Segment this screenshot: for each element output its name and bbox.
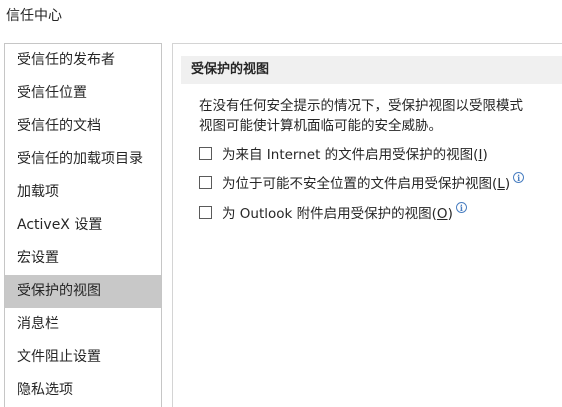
option-outlook-attachments[interactable]: 为 Outlook 附件启用受保护的视图(O) i [199, 201, 467, 222]
sidebar-item-trusted-addin-catalogs[interactable]: 受信任的加载项目录 [5, 143, 161, 176]
option-internet-files[interactable]: 为来自 Internet 的文件启用受保护的视图(I) [199, 143, 488, 163]
window-title: 信任中心 [6, 8, 62, 24]
sidebar-item-file-block-settings[interactable]: 文件阻止设置 [5, 341, 161, 374]
section-description: 在没有任何安全提示的情况下，受保护视图以受限模式 视图可能使计算机面临可能的安全… [199, 96, 562, 136]
sidebar-item-trusted-documents[interactable]: 受信任的文档 [5, 110, 161, 143]
sidebar-item-trusted-locations[interactable]: 受信任位置 [5, 77, 161, 110]
option-label[interactable]: 为位于可能不安全位置的文件启用受保护视图(L) [222, 172, 510, 192]
sidebar-item-macro-settings[interactable]: 宏设置 [5, 242, 161, 275]
option-label[interactable]: 为来自 Internet 的文件启用受保护的视图(I) [222, 143, 488, 163]
checkbox-icon[interactable] [199, 205, 212, 219]
info-icon[interactable]: i [455, 201, 467, 213]
sidebar-item-privacy-options[interactable]: 隐私选项 [5, 374, 161, 407]
sidebar-item-message-bar[interactable]: 消息栏 [5, 308, 161, 341]
description-line-2: 视图可能使计算机面临可能的安全威胁。 [199, 118, 442, 134]
info-icon[interactable]: i [513, 171, 525, 183]
option-label[interactable]: 为 Outlook 附件启用受保护的视图(O) [222, 202, 453, 222]
sidebar: 受信任的发布者 受信任位置 受信任的文档 受信任的加载项目录 加载项 Activ… [4, 43, 162, 407]
checkbox-icon[interactable] [199, 146, 212, 160]
sidebar-item-protected-view[interactable]: 受保护的视图 [5, 275, 161, 308]
sidebar-item-trusted-publishers[interactable]: 受信任的发布者 [5, 44, 161, 77]
option-unsafe-locations[interactable]: 为位于可能不安全位置的文件启用受保护视图(L) i [199, 171, 525, 192]
description-line-1: 在没有任何安全提示的情况下，受保护视图以受限模式 [199, 98, 523, 114]
main-panel: 受保护的视图 在没有任何安全提示的情况下，受保护视图以受限模式 视图可能使计算机… [172, 43, 562, 407]
sidebar-item-activex-settings[interactable]: ActiveX 设置 [5, 209, 161, 242]
sidebar-item-addins[interactable]: 加载项 [5, 176, 161, 209]
section-header: 受保护的视图 [181, 56, 562, 84]
checkbox-icon[interactable] [199, 175, 212, 189]
